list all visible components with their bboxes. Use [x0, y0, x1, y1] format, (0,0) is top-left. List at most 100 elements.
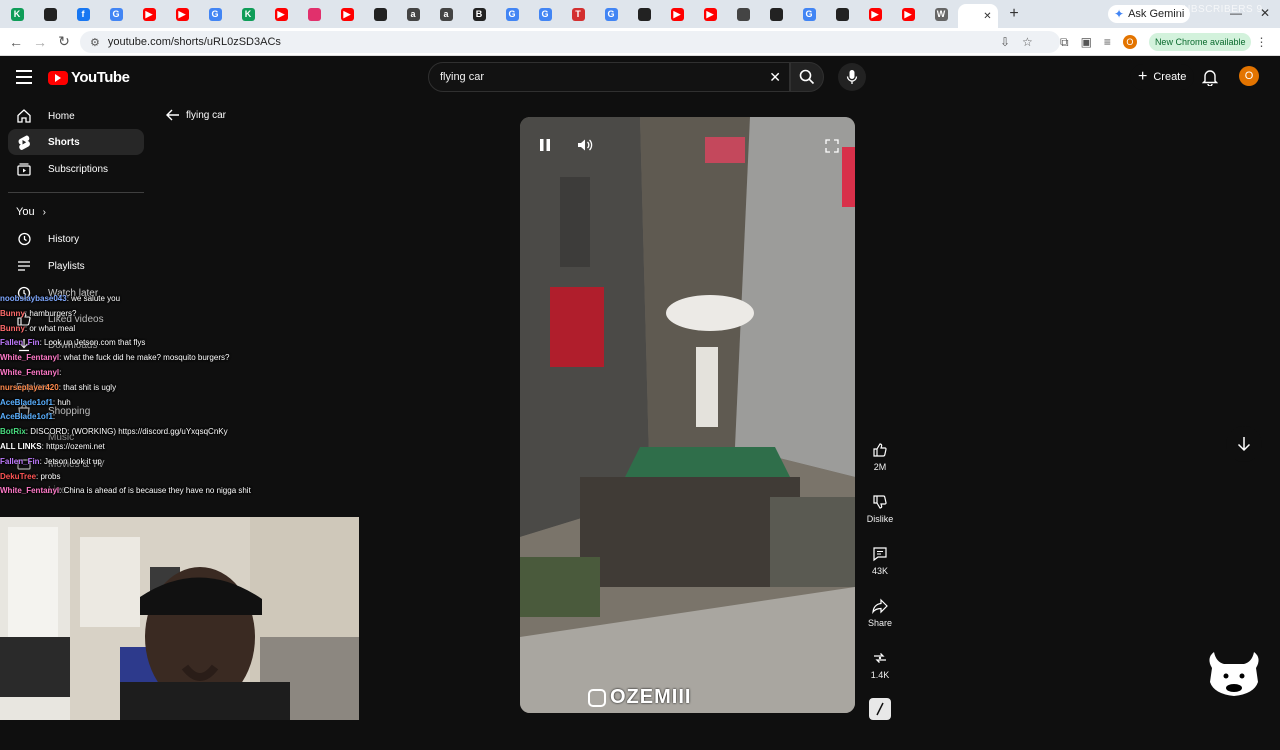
site-info-icon[interactable]: ⚙ — [90, 36, 100, 49]
browser-tab[interactable]: ▶ — [859, 4, 891, 24]
you-label: You — [16, 206, 35, 218]
notifications-bell-icon[interactable] — [1202, 68, 1218, 86]
sidebar-item-shorts[interactable]: Shorts — [8, 129, 144, 155]
new-tab-icon[interactable]: + — [1004, 5, 1024, 23]
tab-favicon-icon: T — [571, 7, 585, 21]
fullscreen-icon[interactable] — [825, 139, 839, 153]
browser-tab[interactable]: B — [463, 4, 495, 24]
browser-tab[interactable] — [364, 4, 396, 24]
browser-tab[interactable]: ▶ — [892, 4, 924, 24]
back-arrow-icon — [166, 109, 179, 121]
chat-text: : huh — [52, 397, 71, 407]
browser-tab[interactable]: G — [496, 4, 528, 24]
browser-tab[interactable]: ▶ — [694, 4, 726, 24]
browser-tab[interactable] — [727, 4, 759, 24]
chat-username: Bunny — [0, 308, 25, 318]
like-count: 2M — [873, 462, 887, 472]
browser-tab[interactable]: K — [232, 4, 264, 24]
dislike-button[interactable]: Dislike — [862, 484, 898, 536]
streamer-webcam — [0, 517, 359, 720]
sidebar-item-home[interactable]: Home — [8, 103, 144, 129]
new-chrome-available-button[interactable]: New Chrome available — [1148, 33, 1252, 51]
browser-tab[interactable]: W — [925, 4, 957, 24]
remix-button[interactable]: 1.4K — [862, 640, 898, 692]
next-short-button[interactable] — [1226, 426, 1262, 462]
browser-toolbar: ← → ↻ ⚙ youtube.com/shorts/uRL0zSD3ACs ⇩… — [0, 28, 1280, 56]
volume-icon[interactable] — [576, 137, 594, 153]
sidebar-item-label: Home — [48, 110, 75, 122]
chat-text: : Jetson look it up — [39, 456, 102, 466]
browser-tab[interactable]: G — [793, 4, 825, 24]
browser-tab[interactable]: ▶ — [265, 4, 297, 24]
webcam-scene — [0, 517, 359, 720]
account-avatar[interactable]: O — [1239, 66, 1259, 86]
sound-thumbnail-button[interactable] — [862, 698, 898, 750]
browser-tab[interactable] — [826, 4, 858, 24]
browser-tab[interactable]: G — [529, 4, 561, 24]
tab-favicon-icon: W — [934, 7, 948, 21]
chat-username: Bunny — [0, 323, 25, 333]
tab-favicon-icon: G — [505, 7, 519, 21]
browser-tab[interactable]: a — [430, 4, 462, 24]
minimize-icon[interactable]: — — [1230, 6, 1242, 20]
chat-text: : China is ahead of is because they have… — [59, 486, 251, 496]
youtube-play-icon — [48, 70, 68, 85]
hamburger-menu-icon[interactable] — [16, 70, 32, 88]
reading-list-icon[interactable]: ≡ — [1104, 35, 1111, 49]
browser-tab[interactable]: ▶ — [331, 4, 363, 24]
browser-tab[interactable]: G — [199, 4, 231, 24]
browser-tab[interactable]: ✕ — [958, 4, 998, 28]
browser-tab[interactable]: a — [397, 4, 429, 24]
pause-icon[interactable] — [538, 137, 552, 153]
chat-username: DekuTree — [0, 471, 37, 481]
youtube-logo[interactable]: YouTube — [48, 69, 130, 86]
voice-search-button[interactable] — [838, 63, 866, 91]
search-button[interactable] — [790, 62, 824, 92]
sidebar-item-history[interactable]: History — [8, 226, 144, 252]
sidebar-item-playlists[interactable]: Playlists — [8, 253, 144, 279]
back-arrow-icon[interactable]: ← — [4, 34, 28, 50]
forward-arrow-icon[interactable]: → — [28, 34, 52, 50]
browser-tab[interactable]: G — [100, 4, 132, 24]
browser-tab[interactable]: T — [562, 4, 594, 24]
back-to-search-button[interactable]: flying car — [166, 109, 226, 121]
shorts-video-player[interactable]: OZEMIII — [520, 117, 855, 713]
sidepanel-icon[interactable]: ▣ — [1081, 35, 1092, 49]
clear-search-icon[interactable]: ✕ — [769, 69, 781, 86]
chat-message: nurseplayer420: that shit is ugly — [0, 381, 360, 396]
browser-tab[interactable]: K — [1, 4, 33, 24]
browser-tab[interactable]: G — [595, 4, 627, 24]
share-label: Share — [867, 618, 893, 628]
browser-tab[interactable] — [760, 4, 792, 24]
share-button[interactable]: Share — [862, 588, 898, 640]
tab-favicon-icon: ▶ — [274, 7, 288, 21]
chat-username: Fallen_Fin — [0, 456, 40, 466]
sidebar-divider — [8, 192, 144, 193]
gemini-sparkle-icon: ✦ — [1114, 7, 1125, 21]
comments-button[interactable]: 43K — [862, 536, 898, 588]
profile-avatar[interactable]: O — [1122, 35, 1137, 49]
bookmark-star-icon[interactable]: ☆ — [1022, 35, 1033, 49]
install-icon[interactable]: ⇩ — [1000, 35, 1010, 49]
create-button[interactable]: + Create — [1130, 64, 1195, 90]
like-button[interactable]: 2M — [862, 432, 898, 484]
kebab-menu-icon[interactable]: ⋮ — [1255, 35, 1267, 49]
browser-tab[interactable] — [628, 4, 660, 24]
browser-tab[interactable]: f — [67, 4, 99, 24]
browser-tab[interactable] — [298, 4, 330, 24]
tab-favicon-icon: a — [439, 7, 453, 21]
address-bar[interactable]: ⚙ youtube.com/shorts/uRL0zSD3ACs ⇩ ☆ — [80, 31, 1060, 53]
sidebar-you-header[interactable]: You › — [16, 206, 46, 218]
close-window-icon[interactable]: ✕ — [1260, 6, 1270, 20]
browser-tab[interactable]: ▶ — [133, 4, 165, 24]
subscriptions-icon — [17, 163, 31, 176]
search-input[interactable]: flying car ✕ — [428, 62, 790, 92]
sidebar-item-subscriptions[interactable]: Subscriptions — [8, 156, 144, 182]
reload-icon[interactable]: ↻ — [52, 33, 76, 50]
chat-username: Fallen_Fin — [0, 338, 40, 348]
extensions-icon[interactable]: ⧉ — [1060, 35, 1069, 50]
browser-tab[interactable]: ▶ — [166, 4, 198, 24]
close-tab-icon[interactable]: ✕ — [983, 11, 991, 22]
browser-tab[interactable]: ▶ — [661, 4, 693, 24]
browser-tab[interactable] — [34, 4, 66, 24]
